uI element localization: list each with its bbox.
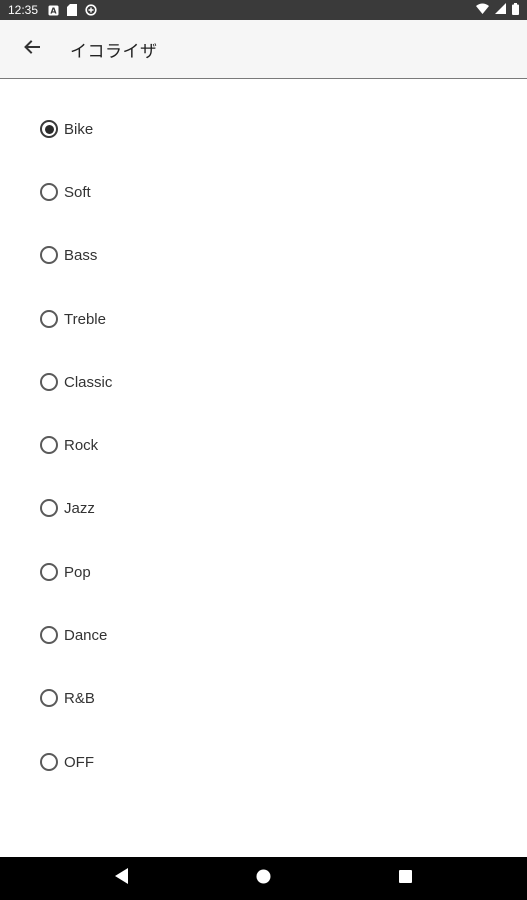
- radio-option-jazz[interactable]: Jazz: [40, 493, 95, 523]
- radio-button[interactable]: [40, 183, 58, 201]
- radio-option-classic[interactable]: Classic: [40, 367, 112, 397]
- radio-button[interactable]: [40, 499, 58, 517]
- nav-recents-button[interactable]: [335, 857, 477, 900]
- radio-selected-dot: [44, 124, 54, 134]
- radio-option-dance[interactable]: Dance: [40, 620, 107, 650]
- app-bar: イコライザ: [0, 20, 527, 79]
- radio-button[interactable]: [40, 373, 58, 391]
- radio-option-bass[interactable]: Bass: [40, 240, 97, 270]
- svg-text:A: A: [50, 6, 57, 15]
- radio-option-rock[interactable]: Rock: [40, 430, 98, 460]
- radio-label: Soft: [64, 183, 91, 201]
- radio-label: Treble: [64, 310, 106, 328]
- back-triangle-icon: [114, 868, 129, 889]
- radio-option-rnb[interactable]: R&B: [40, 683, 95, 713]
- radio-option-soft[interactable]: Soft: [40, 177, 91, 207]
- radio-label: Bass: [64, 246, 98, 264]
- arrow-back-icon: [23, 38, 41, 61]
- nav-back-button[interactable]: [51, 857, 193, 900]
- radio-button[interactable]: [40, 689, 58, 707]
- radio-option-off[interactable]: OFF: [40, 747, 94, 777]
- radio-button[interactable]: [40, 120, 58, 138]
- radio-button[interactable]: [40, 246, 58, 264]
- sd-card-icon: [67, 4, 78, 16]
- system-nav-bar: [0, 857, 527, 900]
- radio-label: Pop: [64, 563, 91, 581]
- radio-button[interactable]: [40, 753, 58, 771]
- radio-label: Jazz: [64, 499, 95, 517]
- radio-label: R&B: [64, 689, 95, 707]
- nav-home-button[interactable]: [193, 857, 335, 900]
- radio-button[interactable]: [40, 310, 58, 328]
- recents-square-icon: [399, 869, 412, 888]
- notification-a-icon: A: [48, 5, 59, 16]
- back-button[interactable]: [12, 29, 52, 69]
- status-time: 12:35: [8, 3, 39, 17]
- radio-label: Dance: [64, 626, 108, 644]
- radio-option-bike[interactable]: Bike: [40, 114, 93, 144]
- radio-label: Classic: [64, 373, 113, 391]
- wifi-icon: [476, 3, 489, 17]
- radio-button[interactable]: [40, 626, 58, 644]
- radio-option-treble[interactable]: Treble: [40, 304, 106, 334]
- status-bar: 12:35 A: [0, 0, 527, 20]
- radio-label: Bike: [64, 120, 94, 138]
- page-title: イコライザ: [70, 41, 158, 61]
- battery-icon: [512, 2, 519, 18]
- cell-signal-icon: [495, 3, 506, 17]
- radio-option-pop[interactable]: Pop: [40, 557, 91, 587]
- status-right-icons: [476, 2, 519, 18]
- radio-button[interactable]: [40, 436, 58, 454]
- radio-button[interactable]: [40, 563, 58, 581]
- data-saver-icon: [85, 4, 97, 16]
- radio-label: Rock: [64, 436, 99, 454]
- home-circle-icon: [256, 869, 271, 889]
- radio-label: OFF: [64, 753, 94, 771]
